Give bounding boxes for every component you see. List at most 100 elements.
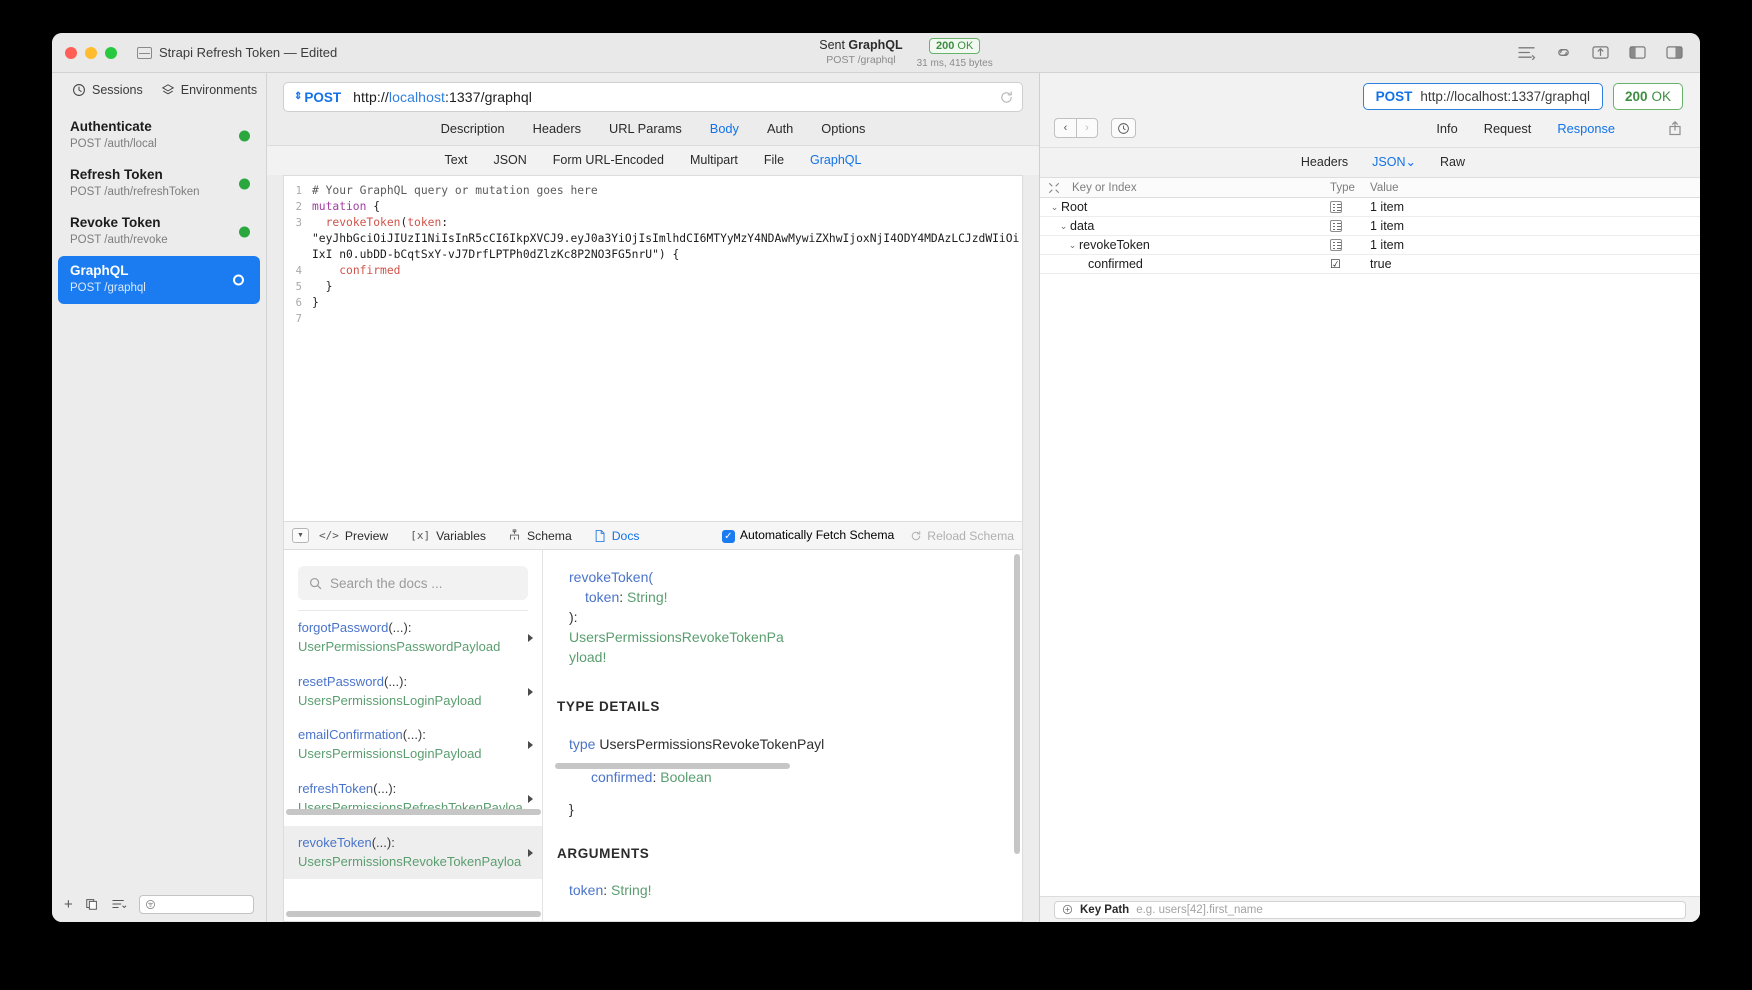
chevron-down-icon[interactable]: ▼ — [292, 528, 309, 543]
keypath-input[interactable]: Key Path e.g. users[42].first_name — [1054, 900, 1686, 919]
docs-entry-revoketoken[interactable]: revokeToken(...): UsersPermissionsRevoke… — [284, 825, 542, 880]
docs-entry-list[interactable]: forgotPassword(...): UserPermissionsPass… — [284, 611, 542, 880]
close-window-button[interactable] — [65, 46, 77, 59]
add-icon[interactable]: + — [64, 897, 73, 912]
tab-auth[interactable]: Auth — [767, 121, 793, 136]
minimize-window-button[interactable] — [85, 46, 97, 59]
toolbar-docs[interactable]: Docs — [594, 529, 640, 543]
history-back-button[interactable]: ‹ — [1054, 118, 1076, 138]
disclosure-caret-icon[interactable]: ⌄ — [1048, 202, 1061, 213]
disclosure-caret-icon[interactable]: ⌄ — [1066, 240, 1079, 251]
session-item-authenticate[interactable]: Authenticate POST /auth/local — [52, 112, 266, 160]
graphql-editor[interactable]: 1 2 3 4 5 6 7 # Your GraphQL query or mu… — [283, 175, 1023, 521]
filter-input[interactable] — [138, 894, 254, 914]
session-status-dot — [239, 226, 250, 238]
response-format-raw[interactable]: Raw — [1440, 155, 1465, 169]
toolbar-preview-label: Preview — [344, 528, 389, 543]
reload-schema-button[interactable]: Reload Schema — [910, 529, 1014, 543]
response-tabs[interactable]: Info Request Response — [1436, 120, 1683, 136]
disclosure-caret-icon[interactable]: ⌄ — [1057, 221, 1070, 232]
toolbar-preview[interactable]: </> Preview — [319, 529, 388, 543]
tab-headers[interactable]: Headers — [533, 121, 581, 136]
method-selector[interactable]: ⇕ POST — [294, 90, 341, 105]
table-row[interactable]: ⌄ Root 1 item — [1040, 198, 1700, 217]
response-tab-info[interactable]: Info — [1436, 121, 1457, 136]
format-tab-json[interactable]: JSON — [493, 153, 526, 167]
zoom-window-button[interactable] — [105, 46, 117, 59]
toolbar-variables[interactable]: [x] Variables — [410, 529, 486, 543]
table-row[interactable]: ⌄ data 1 item — [1040, 217, 1700, 236]
json-key: data — [1070, 219, 1095, 233]
docs-list-horizontal-scrollbar-bottom[interactable] — [286, 911, 541, 917]
export-icon[interactable] — [1591, 45, 1610, 60]
share-icon[interactable] — [1667, 120, 1683, 136]
format-tab-multipart[interactable]: Multipart — [690, 153, 738, 167]
json-tree[interactable]: ⌄ Root 1 item ⌄ data 1 item ⌄ revokeToke… — [1040, 198, 1700, 896]
format-tab-form-url-encoded[interactable]: Form URL-Encoded — [553, 153, 664, 167]
format-tab-file[interactable]: File — [764, 153, 784, 167]
history-forward-button[interactable]: › — [1076, 118, 1098, 138]
reload-icon[interactable] — [999, 90, 1014, 105]
sort-icon[interactable] — [111, 897, 127, 911]
docs-entry-refreshtoken[interactable]: refreshToken(...): UsersPermissionsRefre… — [284, 772, 542, 826]
traffic-lights[interactable] — [52, 46, 117, 59]
left-panel-icon[interactable] — [1628, 45, 1647, 60]
link-icon[interactable] — [1554, 45, 1573, 60]
tab-options[interactable]: Options — [821, 121, 865, 136]
response-url: http://localhost:1337/graphql — [1420, 89, 1590, 104]
docs-search-input[interactable]: Search the docs ... — [298, 566, 528, 600]
chevron-right-icon[interactable] — [528, 848, 533, 857]
url-input[interactable]: http://localhost:1337/graphql — [353, 89, 532, 105]
chevron-right-icon[interactable] — [528, 794, 533, 803]
right-panel-icon[interactable] — [1665, 45, 1684, 60]
editor-content[interactable]: # Your GraphQL query or mutation goes he… — [306, 176, 1022, 521]
tab-body[interactable]: Body — [710, 121, 739, 136]
format-tab-text[interactable]: Text — [445, 153, 468, 167]
window-titlebar: Strapi Refresh Token — Edited Sent Graph… — [52, 33, 1700, 73]
sidebar-tabs[interactable]: Sessions Environments — [52, 73, 266, 106]
response-format-json[interactable]: JSON⌄ — [1372, 154, 1416, 169]
request-pane: ⇕ POST http://localhost:1337/graphql Des… — [267, 73, 1040, 922]
chevron-right-icon[interactable] — [528, 687, 533, 696]
history-button[interactable] — [1111, 118, 1136, 138]
docs-entry-forgotpassword[interactable]: forgotPassword(...): UserPermissionsPass… — [284, 611, 542, 665]
json-tree-header: Key or Index Type Value — [1040, 177, 1700, 198]
format-tab-graphql[interactable]: GraphQL — [810, 153, 861, 167]
toolbar-schema[interactable]: Schema — [508, 529, 572, 543]
docs-detail-vertical-scrollbar[interactable] — [1014, 554, 1020, 854]
response-url-display[interactable]: POST http://localhost:1337/graphql — [1362, 83, 1603, 110]
sidebar-footer[interactable]: + — [52, 886, 266, 922]
chevron-right-icon[interactable] — [528, 741, 533, 750]
list-icon[interactable] — [1517, 45, 1536, 60]
request-tabs[interactable]: Description Headers URL Params Body Auth… — [267, 121, 1039, 145]
session-item-refresh-token[interactable]: Refresh Token POST /auth/refreshToken — [52, 160, 266, 208]
docs-entry-emailconfirmation[interactable]: emailConfirmation(...): UsersPermissions… — [284, 718, 542, 772]
session-item-revoke-token[interactable]: Revoke Token POST /auth/revoke — [52, 208, 266, 256]
response-url-row: POST http://localhost:1337/graphql 200 O… — [1040, 73, 1700, 118]
collapse-icon[interactable] — [1048, 182, 1060, 194]
docs-detail-horizontal-scrollbar[interactable] — [555, 763, 790, 769]
body-format-tabs[interactable]: Text JSON Form URL-Encoded Multipart Fil… — [267, 145, 1039, 175]
docs-entry-name: forgotPassword — [298, 620, 389, 635]
chevron-right-icon[interactable] — [528, 633, 533, 642]
sidebar-tab-environments[interactable]: Environments — [161, 83, 257, 97]
table-row[interactable]: confirmed ☑ true — [1040, 255, 1700, 274]
tab-url-params[interactable]: URL Params — [609, 121, 682, 136]
response-format-headers[interactable]: Headers — [1301, 155, 1348, 169]
response-tab-response[interactable]: Response — [1557, 121, 1615, 136]
table-row[interactable]: ⌄ revokeToken 1 item — [1040, 236, 1700, 255]
duplicate-icon[interactable] — [85, 897, 99, 911]
response-format-tabs[interactable]: Headers JSON⌄ Raw — [1040, 147, 1700, 177]
sidebar: Sessions Environments Authenticate POST … — [52, 73, 267, 922]
tab-description[interactable]: Description — [441, 121, 505, 136]
docs-entry-resetpassword[interactable]: resetPassword(...): UsersPermissionsLogi… — [284, 665, 542, 719]
auto-fetch-schema-checkbox[interactable]: ✓ Automatically Fetch Schema — [721, 528, 894, 543]
response-tab-request[interactable]: Request — [1484, 121, 1532, 136]
url-bar[interactable]: ⇕ POST http://localhost:1337/graphql — [283, 82, 1023, 112]
keypath-placeholder: e.g. users[42].first_name — [1136, 903, 1263, 916]
titlebar-toolbar[interactable] — [1517, 33, 1684, 72]
session-item-graphql[interactable]: GraphQL POST /graphql — [58, 255, 260, 304]
sidebar-tab-sessions[interactable]: Sessions — [72, 83, 143, 97]
session-subtitle: POST /auth/local — [70, 138, 157, 151]
docs-list-horizontal-scrollbar[interactable] — [286, 809, 541, 815]
